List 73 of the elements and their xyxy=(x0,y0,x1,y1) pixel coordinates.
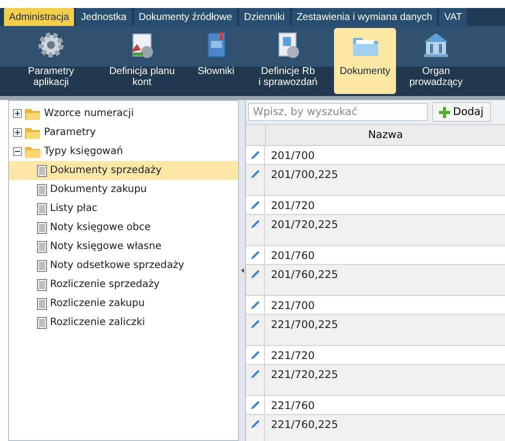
folder-icon xyxy=(25,107,41,120)
table-cell-text: 221/720 xyxy=(270,349,315,364)
dictionary-icon xyxy=(208,32,226,58)
document-icon xyxy=(37,278,47,290)
tree-item[interactable]: Typy księgowań xyxy=(9,142,238,161)
toolbar-button[interactable]: Organ prowadzący xyxy=(396,28,476,94)
tree-item-label: Dokumenty zakupu xyxy=(50,184,147,195)
document-icon xyxy=(37,316,47,328)
tree-item-label: Listy płac xyxy=(50,203,98,214)
collapse-arrow-icon[interactable] xyxy=(240,268,244,273)
table-cell-text: 201/700 xyxy=(270,149,315,164)
menu-tab[interactable]: VAT xyxy=(439,8,468,26)
tree-item[interactable]: Listy płac xyxy=(9,199,238,218)
menu-tab[interactable]: Dzienniki xyxy=(239,8,290,26)
plus-icon xyxy=(439,106,450,118)
tree-item[interactable]: Dokumenty sprzedaży xyxy=(9,161,238,180)
document-icon xyxy=(37,184,47,196)
tree-item-label: Typy księgowań xyxy=(44,146,123,157)
toolbar-button[interactable]: Parametry aplikacji xyxy=(8,28,94,94)
toolbar-button[interactable]: Słowniki xyxy=(190,28,242,94)
tree-item[interactable]: Rozliczenie zaliczki xyxy=(9,313,238,332)
document-icon xyxy=(37,298,47,310)
tree-item-label: Parametry xyxy=(44,127,96,138)
tree-item[interactable]: Rozliczenie sprzedaży xyxy=(9,275,238,294)
search-field[interactable]: Wpisz, by wyszukać xyxy=(248,103,428,121)
building-icon xyxy=(424,33,448,57)
document-icon xyxy=(37,202,47,214)
table-cell-text: 201/760,225 xyxy=(270,268,338,283)
document-chart-icon xyxy=(131,34,153,58)
folder-icon xyxy=(25,126,41,139)
expand-icon[interactable] xyxy=(13,109,22,118)
table-cell-text: 201/720 xyxy=(270,199,315,214)
table-cell-text: 201/700,225 xyxy=(270,168,338,183)
table-cell-text: 201/760 xyxy=(270,249,315,264)
tree-item-label: Rozliczenie zakupu xyxy=(50,298,145,309)
toolbar-button[interactable]: Definicje Rb i sprawozdań xyxy=(242,28,334,94)
document-icon xyxy=(37,260,47,272)
gear-icon xyxy=(38,32,64,58)
tree-item-label: Wzorce numeracji xyxy=(44,108,134,119)
table-cell-text: 221/760,225 xyxy=(270,418,338,433)
menu-tab[interactable]: Jednostka xyxy=(76,8,132,26)
document-icon xyxy=(37,222,47,234)
tree-item[interactable]: Parametry xyxy=(9,123,238,142)
table-cell-text: 221/700,225 xyxy=(270,318,338,333)
document-icon xyxy=(37,240,47,252)
tree-item-label: Noty księgowe własne xyxy=(50,241,162,252)
tree-item-label: Rozliczenie sprzedaży xyxy=(50,279,160,290)
table-cell-text: 221/700 xyxy=(270,299,315,314)
document-icon xyxy=(37,164,47,176)
tree-item-label: Noty księgowe obce xyxy=(50,222,151,233)
toolbar-button[interactable]: Dokumenty xyxy=(334,28,396,94)
tree-item[interactable]: Noty księgowe własne xyxy=(9,237,238,256)
tree-item[interactable]: Wzorce numeracji xyxy=(9,104,238,123)
collapse-icon[interactable] xyxy=(13,147,22,156)
add-button[interactable]: Dodaj xyxy=(432,102,491,122)
toolbar-button[interactable]: Definicja planu kont xyxy=(94,28,190,94)
tree-item-label: Dokumenty sprzedaży xyxy=(50,165,162,176)
folder-icon xyxy=(25,145,41,158)
table-cell-text: 221/720,225 xyxy=(270,368,338,383)
menu-tab[interactable]: Dokumenty źródłowe xyxy=(134,8,237,26)
tree-item-label: Noty odsetkowe sprzedaży xyxy=(50,260,184,271)
table-cell-text: 201/720,225 xyxy=(270,218,338,233)
table-cell-text: 221/760 xyxy=(270,399,315,414)
tree-item[interactable]: Rozliczenie zakupu xyxy=(9,294,238,313)
folder-icon xyxy=(353,38,378,56)
menu-tab[interactable]: Zestawienia i wymiana danych xyxy=(292,8,438,26)
tree-item[interactable]: Noty księgowe obce xyxy=(9,218,238,237)
tree-item-label: Rozliczenie zaliczki xyxy=(50,317,146,328)
expand-icon[interactable] xyxy=(13,128,22,137)
tree-item[interactable]: Noty odsetkowe sprzedaży xyxy=(9,256,238,275)
menu-tab[interactable]: Administracja xyxy=(4,8,74,26)
tree-item[interactable]: Dokumenty zakupu xyxy=(9,180,238,199)
report-document-icon xyxy=(278,32,299,58)
